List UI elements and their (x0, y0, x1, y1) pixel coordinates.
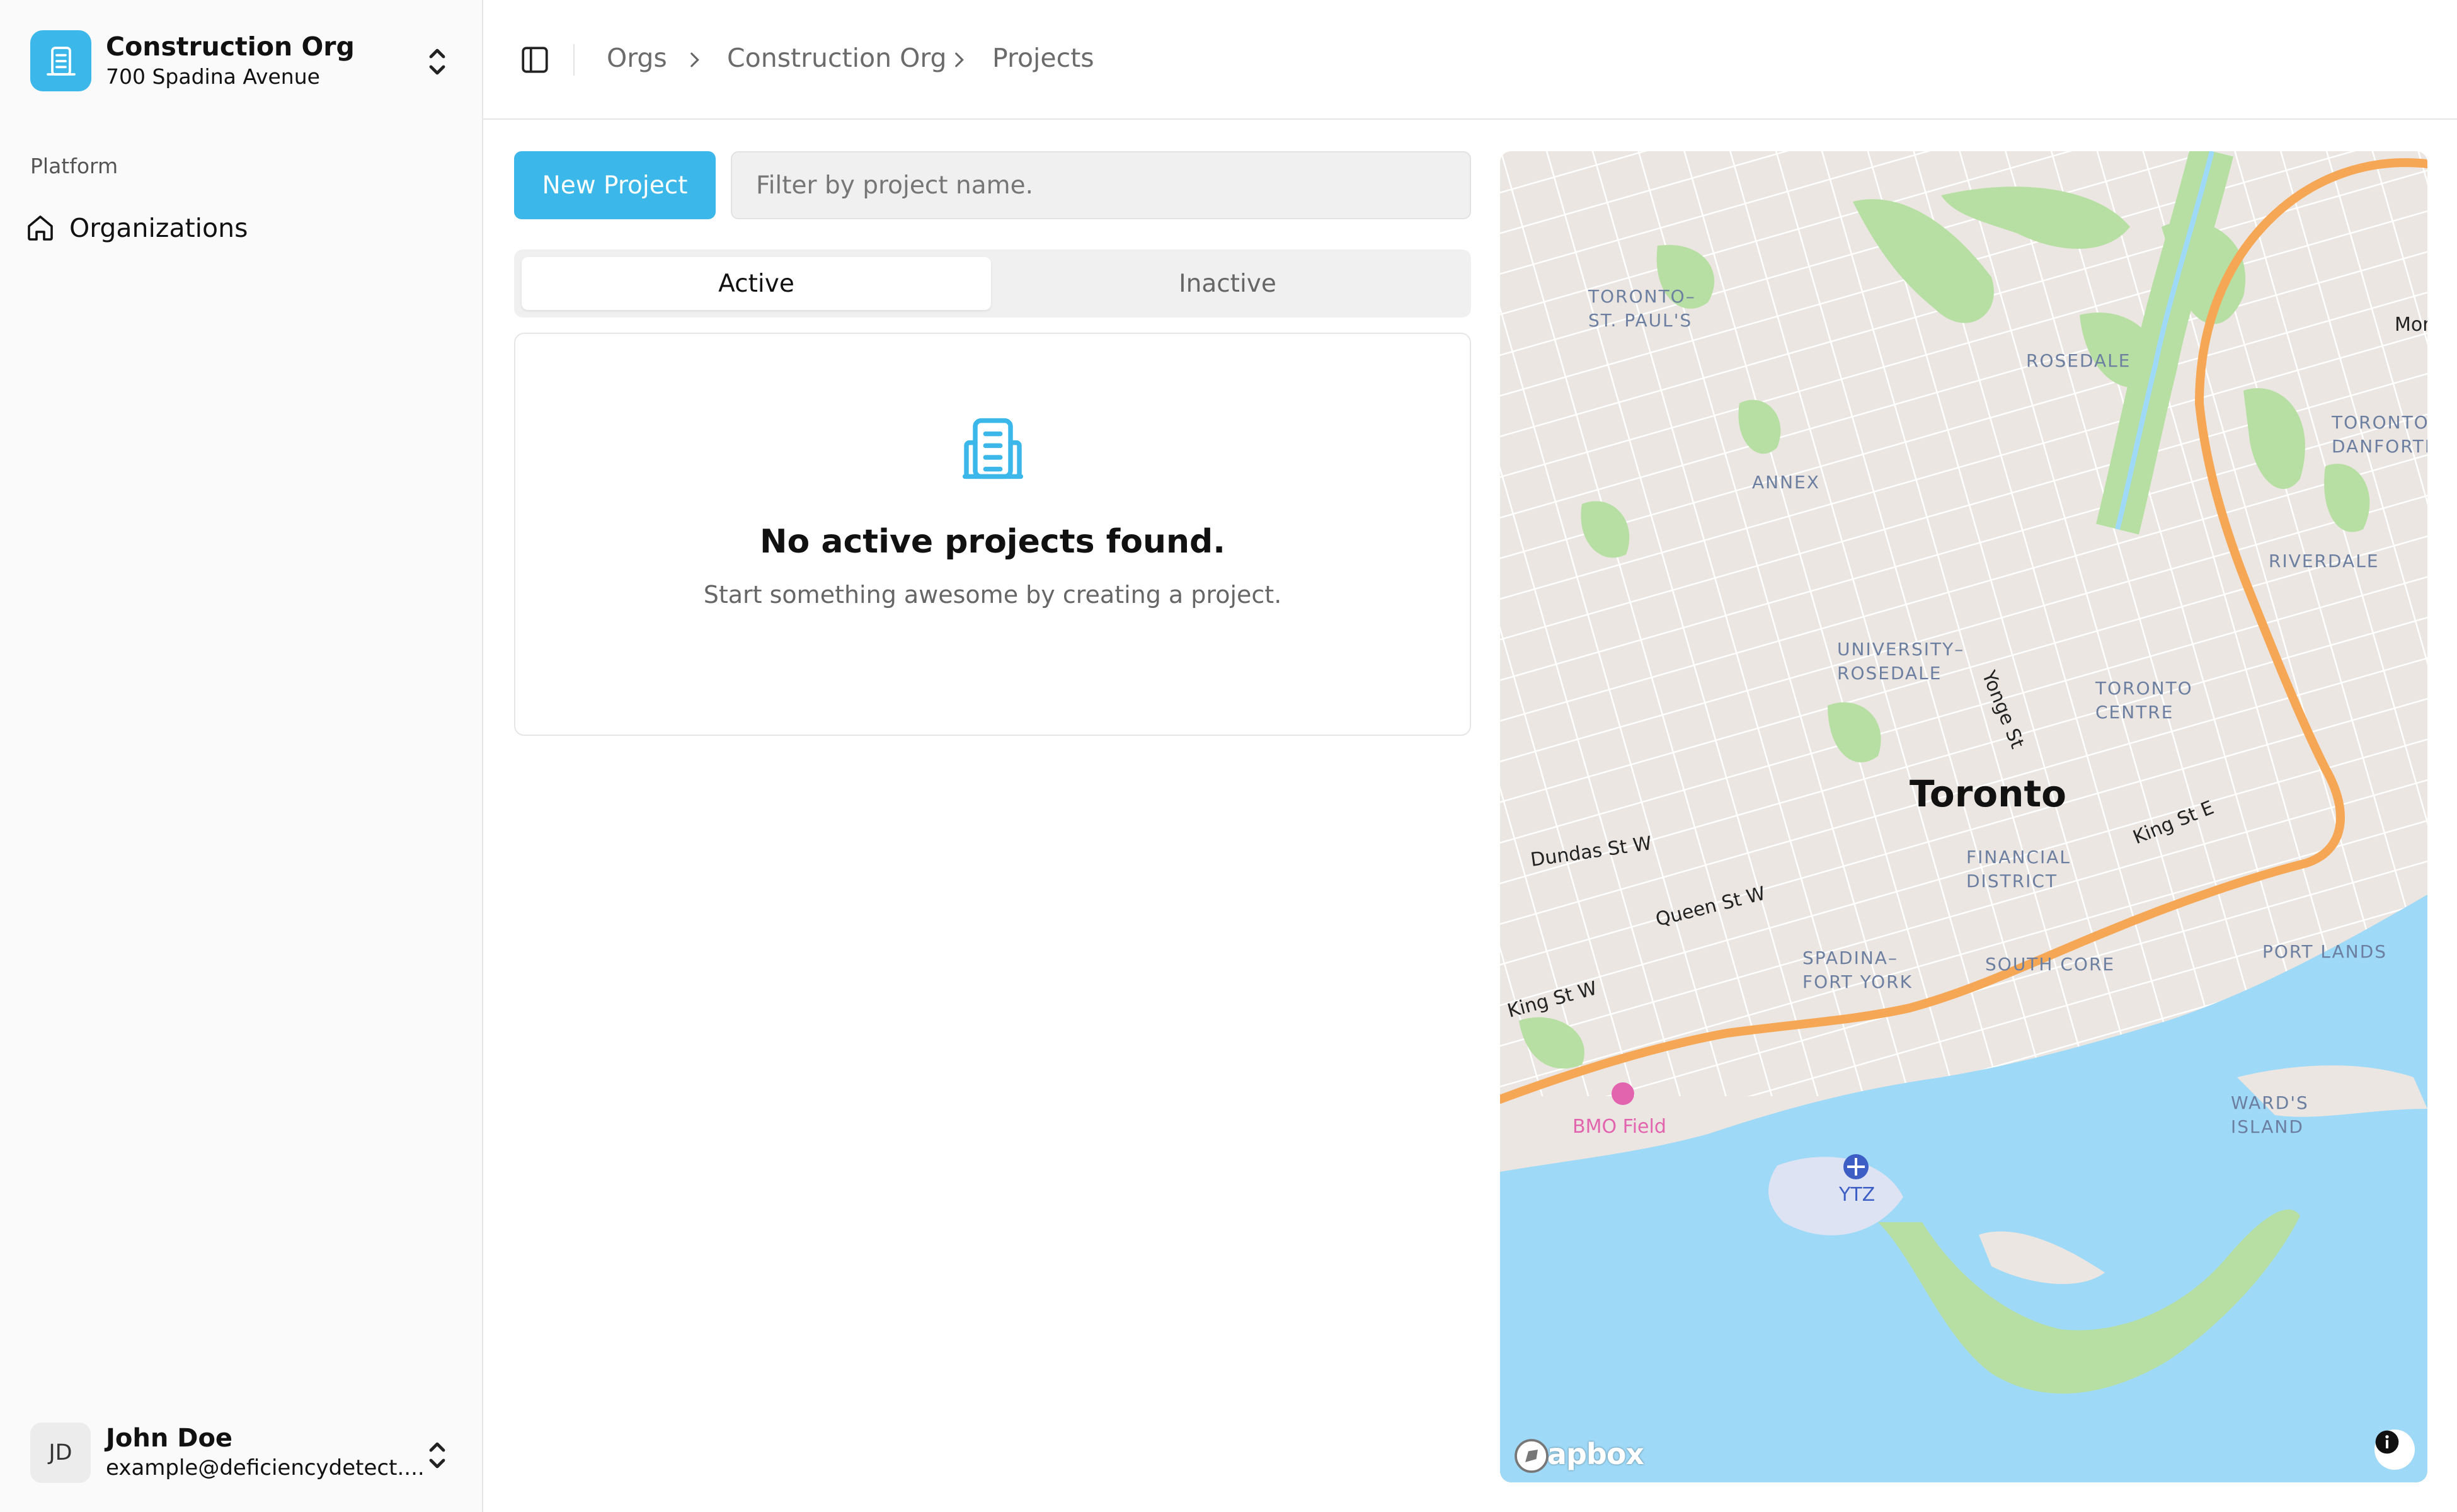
user-menu[interactable]: JD John Doe example@deficiencydetect.... (30, 1423, 459, 1486)
sidebar-item-organizations[interactable]: Organizations (25, 208, 454, 248)
home-icon (28, 215, 53, 241)
breadcrumb-orgs[interactable]: Orgs (607, 43, 667, 73)
avatar: JD (30, 1423, 91, 1483)
org-name: Construction Org (106, 32, 355, 62)
chevron-right-icon (955, 52, 964, 67)
mapbox-logo[interactable]: mapbox (1513, 1437, 1644, 1473)
top-header: Orgs Construction Org Projects (483, 0, 2457, 120)
sidebar-toggle-icon[interactable] (519, 44, 551, 76)
map-info-button[interactable] (2374, 1429, 2415, 1470)
sidebar-item-label: Organizations (69, 213, 248, 243)
chevrons-up-down-icon[interactable] (425, 1436, 450, 1474)
info-icon (2375, 1430, 2399, 1454)
org-address: 700 Spadina Avenue (106, 64, 320, 89)
tab-active[interactable]: Active (522, 257, 991, 310)
sidebar: Construction Org 700 Spadina Avenue Plat… (0, 0, 483, 1512)
map-poi-bmo[interactable]: BMO Field (1572, 1116, 1666, 1138)
tab-inactive[interactable]: Inactive (993, 257, 1462, 310)
chevron-right-icon (690, 52, 699, 67)
stadium-icon[interactable] (1612, 1082, 1634, 1105)
map-label-riverdale: RIVERDALE (2269, 551, 2380, 571)
map-label-southcore: SOUTH CORE (1985, 954, 2115, 975)
user-email: example@deficiencydetect.... (106, 1455, 425, 1480)
mapbox-icon (1515, 1439, 1549, 1473)
building-icon (962, 418, 1024, 479)
breadcrumb-org[interactable]: Construction Org (727, 43, 947, 73)
empty-state-title: No active projects found. (760, 523, 1225, 561)
project-status-tabs: Active Inactive (514, 249, 1471, 318)
empty-state-subtitle: Start something awesome by creating a pr… (703, 581, 1282, 609)
map-label-annex: ANNEX (1752, 472, 1820, 493)
map-label-rosedale: ROSEDALE (2026, 350, 2131, 371)
user-name: John Doe (106, 1424, 233, 1453)
project-map[interactable]: TORONTO–ST. PAUL'S ROSEDALE TORONTO–DANF… (1500, 151, 2427, 1482)
new-project-button[interactable]: New Project (514, 151, 716, 219)
empty-state-card: No active projects found. Start somethin… (514, 333, 1471, 736)
chevrons-up-down-icon[interactable] (425, 43, 450, 81)
map-poi-ytz[interactable]: YTZ (1838, 1184, 1875, 1206)
map-label-morti: Morti (2395, 314, 2427, 336)
org-building-icon (30, 30, 91, 91)
map-city-label: Toronto (1910, 772, 2066, 815)
map-canvas[interactable]: TORONTO–ST. PAUL'S ROSEDALE TORONTO–DANF… (1500, 151, 2427, 1482)
breadcrumb-projects: Projects (992, 43, 1094, 73)
section-label-platform: Platform (30, 154, 118, 178)
map-label-portlands: PORT LANDS (2262, 941, 2387, 962)
header-divider (573, 44, 575, 76)
project-filter-input[interactable] (731, 151, 1471, 219)
org-switcher[interactable]: Construction Org 700 Spadina Avenue (30, 30, 459, 93)
